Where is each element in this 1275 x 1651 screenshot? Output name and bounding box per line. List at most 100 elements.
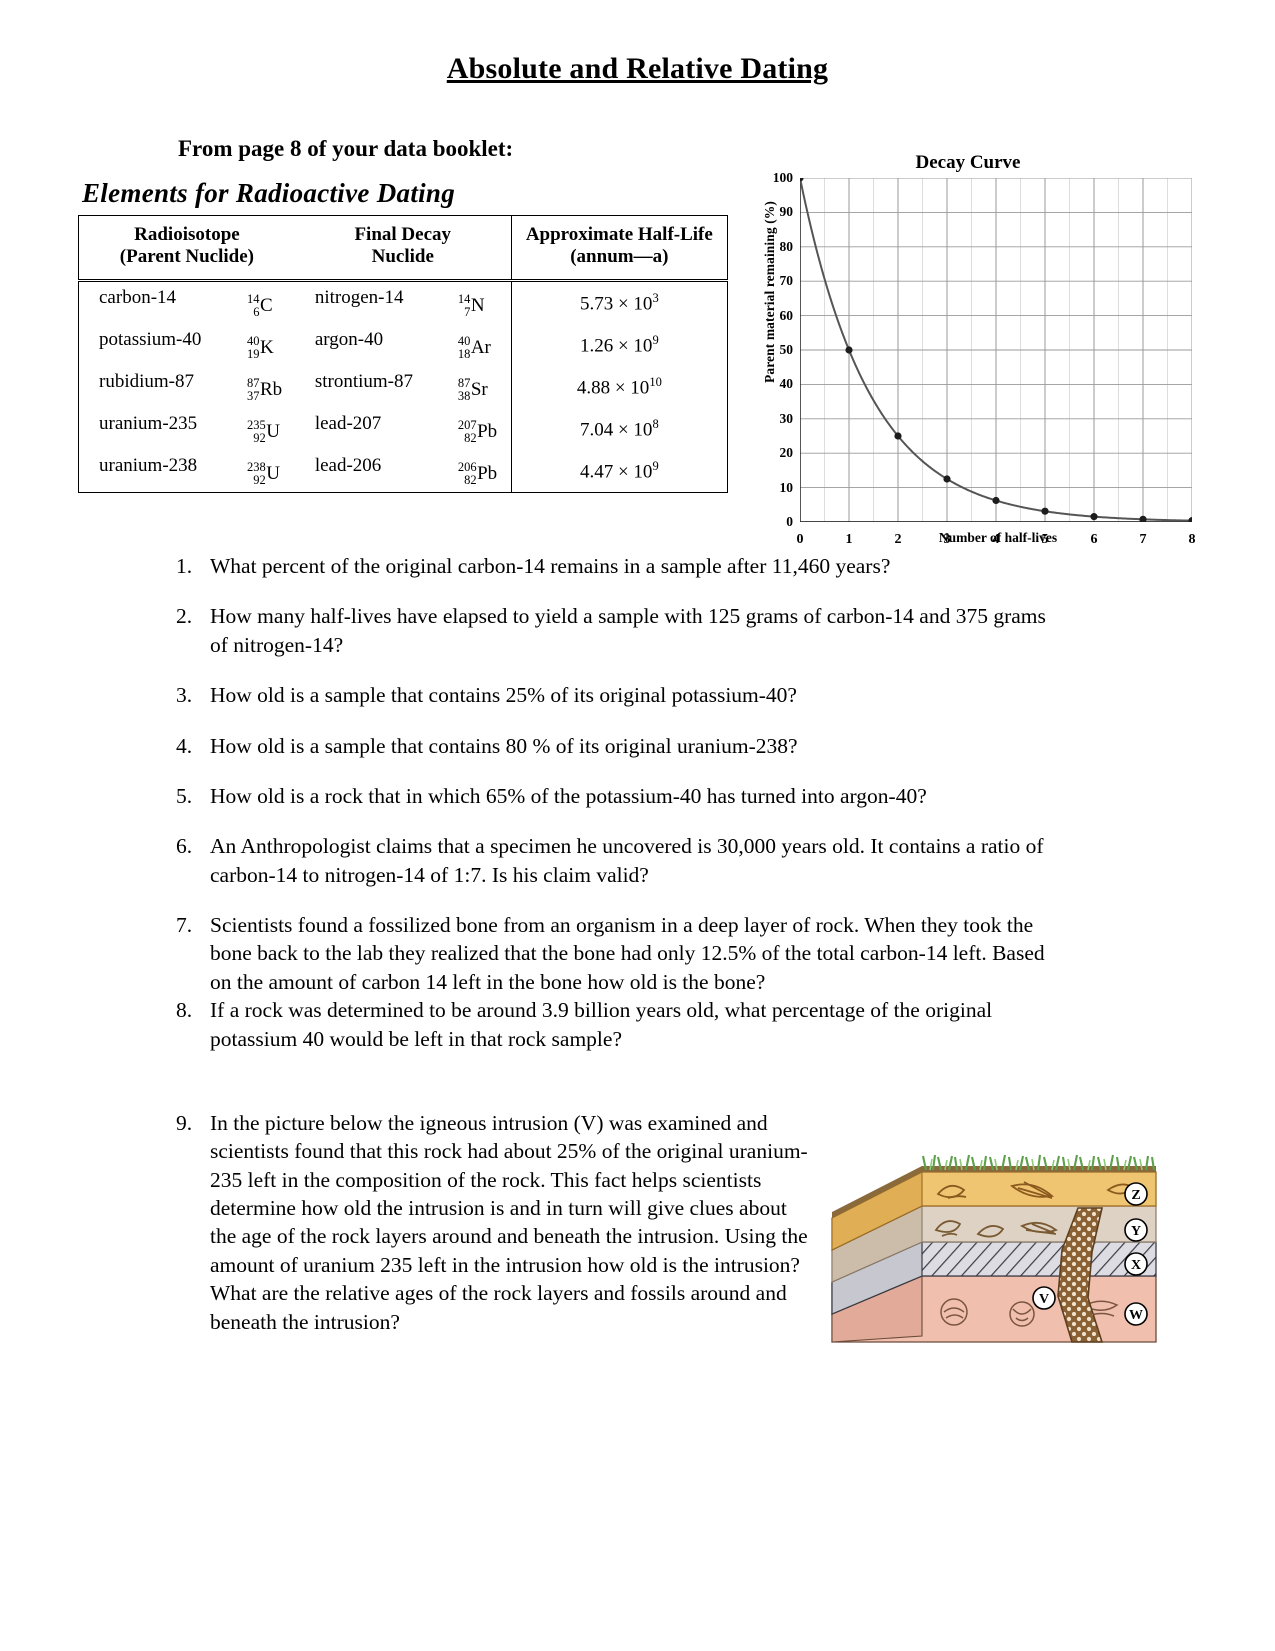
daughter-name: lead-207	[314, 413, 382, 435]
chart-y-tick-label: 50	[779, 342, 794, 357]
decay-curve-figure: Decay Curve Parent material remaining (%…	[742, 152, 1196, 552]
parent-name: carbon-14	[99, 287, 177, 309]
question-text: What percent of the original carbon-14 r…	[210, 554, 891, 578]
cell-parent-nuclide: carbon-14 14 6 C	[79, 280, 295, 324]
layer-label-x: X	[1124, 1252, 1148, 1276]
cell-daughter-nuclide: strontium-87 87 38 Sr	[295, 366, 511, 408]
cell-daughter-nuclide: argon-40 40 18 Ar	[295, 324, 511, 366]
parent-name: uranium-235	[99, 413, 198, 435]
parent-name: uranium-238	[99, 455, 198, 477]
daughter-nuclide-notation: 87 38 Sr	[457, 376, 488, 403]
chart-plot-area: 0 10 20 30 40 50 60 70 80 90 100 0 1 2 3 4 5 6 7 8	[773, 170, 1196, 547]
question-item: 5. How old is a rock that in which 65% of…	[176, 782, 1056, 810]
geology-cross-section-figure: Z Y X V W	[826, 1146, 1158, 1362]
cell-parent-nuclide: potassium-40 40 19 K	[79, 324, 295, 366]
page-title: Absolute and Relative Dating	[446, 52, 829, 85]
question-item: 3. How old is a sample that contains 25% …	[176, 681, 1056, 709]
cell-half-life: 7.04 × 108	[510, 407, 728, 450]
cell-daughter-nuclide: nitrogen-14 14 7 N	[295, 280, 511, 324]
chart-y-tick-label: 70	[779, 273, 794, 289]
question-text: Scientists found a fossilized bone from …	[210, 913, 1045, 994]
column-header-half-life: Approximate Half-Life (annum—a)	[510, 215, 728, 282]
question-text: If a rock was determined to be around 3.…	[210, 998, 993, 1051]
cell-parent-nuclide: rubidium-87 87 37 Rb	[79, 366, 295, 408]
column-header-radioisotope: Radioisotope (Parent Nuclide)	[78, 215, 295, 282]
cell-parent-nuclide: uranium-235 235 92 U	[79, 408, 295, 450]
chart-y-tick-label: 60	[779, 307, 794, 323]
layer-label-w: W	[1124, 1302, 1148, 1326]
question-text: How old is a rock that in which 65% of t…	[210, 783, 927, 808]
layer-label-z: Z	[1124, 1182, 1148, 1206]
chart-x-tick-label: 7	[1139, 532, 1147, 547]
daughter-nuclide-notation: 207 82 Pb	[457, 418, 498, 445]
chart-y-tick-label: 10	[779, 479, 794, 495]
table-row: potassium-40 40 19 K argon-40 40 18 Ar 1.26 × 10…	[79, 323, 728, 366]
header-line-1: Radioisotope	[134, 224, 240, 245]
header-line-2: Nuclide	[371, 246, 434, 268]
column-header-final-decay-nuclide: Final Decay Nuclide	[294, 215, 512, 282]
chart-x-tick-label: 4	[992, 532, 1000, 547]
question-item: 6. An Anthropologist claims that a specim…	[176, 832, 1056, 889]
question-number: 2.	[176, 604, 193, 629]
cell-half-life: 1.26 × 109	[510, 323, 728, 366]
question-number: 3.	[176, 683, 193, 708]
cell-daughter-nuclide: lead-206 206 82 Pb	[295, 450, 511, 493]
question-text: How old is a sample that contains 80 % o…	[210, 733, 798, 758]
svg-text:X: X	[1131, 1258, 1141, 1273]
chart-x-tick-label: 1	[845, 532, 853, 547]
svg-text:W: W	[1129, 1308, 1143, 1323]
chart-title: Decay Curve	[915, 152, 1021, 173]
chart-y-tick-label: 100	[772, 170, 793, 185]
chart-y-tick-label: 90	[779, 204, 794, 220]
question-number: 5.	[176, 783, 193, 808]
chart-y-tick-label: 40	[779, 376, 794, 392]
table-body: carbon-14 14 6 Cnitrogen-14 14 7 N 5.73 × 103 po…	[79, 280, 728, 493]
data-booklet-block: Elements for Radioactive Dating Radioiso…	[78, 178, 728, 493]
daughter-nuclide-notation: 40 18 Ar	[457, 334, 491, 361]
daughter-nuclide-notation: 206 82 Pb	[457, 460, 498, 487]
question-item: 4. How old is a sample that contains 80 %…	[176, 732, 1056, 760]
parent-nuclide-notation: 14 6 C	[247, 292, 273, 319]
header-line-1: Approximate Half-Life	[525, 224, 713, 245]
table-row: carbon-14 14 6 C nitrogen-14 14 7 N 5.73 × 103	[79, 280, 728, 324]
question-number: 8.	[176, 998, 193, 1023]
question-number: 1.	[176, 554, 193, 578]
cell-half-life: 5.73 × 103	[510, 280, 728, 324]
parent-name: rubidium-87	[99, 371, 194, 393]
svg-text:Z: Z	[1131, 1188, 1140, 1203]
chart-y-tick-label: 20	[779, 445, 794, 461]
parent-nuclide-notation: 40 19 K	[247, 334, 274, 361]
chart-y-tick-label: 80	[779, 238, 794, 254]
parent-nuclide-notation: 235 92 U	[247, 418, 280, 445]
table-row: uranium-235 235 92 U lead-207 207 82 Pb 7.04 × 1…	[79, 407, 728, 450]
chart-x-tick-label: 8	[1188, 532, 1196, 547]
table-row: uranium-238 238 92 U lead-206 206 82 Pb 4.47 × 1…	[79, 449, 728, 493]
intro-text: From page 8 of your data booklet:	[178, 136, 514, 161]
chart-x-tick-label: 2	[894, 532, 902, 547]
chart-y-tick-label: 30	[779, 410, 794, 426]
parent-nuclide-notation: 87 37 Rb	[247, 376, 283, 403]
question-item: 2. How many half-lives have elapsed to yi…	[176, 602, 1056, 659]
chart-x-tick-label: 6	[1090, 532, 1098, 547]
decay-curve-svg	[795, 174, 1196, 527]
cell-parent-nuclide: uranium-238 238 92 U	[79, 450, 295, 493]
daughter-name: strontium-87	[314, 371, 413, 393]
header-line-1: Final Decay	[354, 224, 452, 245]
svg-text:V: V	[1039, 1292, 1049, 1307]
table-header-row: Radioisotope (Parent Nuclide) Final Deca…	[78, 215, 728, 282]
svg-text:Y: Y	[1131, 1224, 1141, 1239]
parent-nuclide-notation: 238 92 U	[247, 460, 280, 487]
question-text: How many half-lives have elapsed to yiel…	[210, 604, 1046, 657]
question-text: How old is a sample that contains 25% of…	[210, 683, 797, 708]
daughter-name: lead-206	[314, 455, 382, 477]
question-item: 1. What percent of the original carbon-14…	[176, 552, 1056, 580]
chart-x-tick-label: 3	[943, 532, 951, 547]
table-row: rubidium-87 87 37 Rb strontium-87 87 38 Sr 4.88 …	[79, 365, 728, 408]
parent-name: potassium-40	[99, 329, 202, 351]
table-caption: Elements for Radioactive Dating	[82, 178, 456, 208]
layer-label-y: Y	[1124, 1218, 1148, 1242]
daughter-name: nitrogen-14	[314, 287, 404, 309]
question-text: In the picture below the igneous intrusi…	[210, 1110, 808, 1334]
question-number: 9.	[176, 1110, 193, 1135]
question-number: 7.	[176, 913, 193, 937]
